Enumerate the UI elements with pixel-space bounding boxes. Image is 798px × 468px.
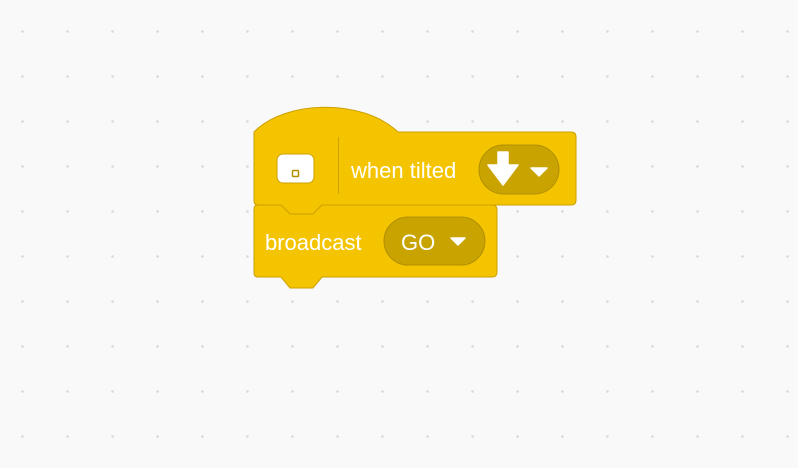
tilt-direction-dropdown[interactable] — [478, 144, 560, 195]
broadcast-block[interactable]: broadcast GO — [253, 204, 498, 289]
code-workspace[interactable]: when tilted broadcast GO — [0, 0, 798, 468]
when-tilted-hat-block[interactable]: when tilted — [253, 106, 577, 215]
hub-device-icon — [276, 153, 315, 184]
when-tilted-label: when tilted — [350, 158, 456, 183]
block-script: when tilted broadcast GO — [253, 106, 577, 289]
broadcast-label: broadcast — [265, 230, 362, 255]
broadcast-message-value: GO — [401, 230, 435, 255]
broadcast-message-dropdown[interactable]: GO — [383, 216, 486, 266]
